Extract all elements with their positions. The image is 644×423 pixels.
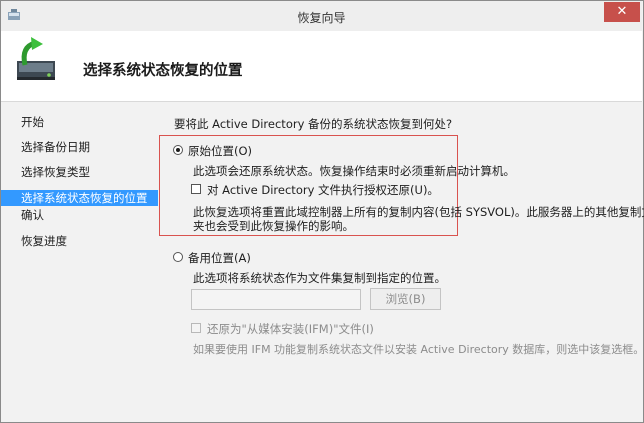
sidebar-item-confirmation[interactable]: 确认 (1, 207, 158, 223)
page-title: 选择系统状态恢复的位置 (83, 63, 243, 79)
authoritative-restore-label[interactable]: 对 Active Directory 文件执行授权还原(U)。 (207, 182, 439, 198)
sidebar-item-system-state-location[interactable]: 选择系统状态恢复的位置 (1, 190, 158, 206)
alternate-location-radio[interactable] (173, 252, 183, 262)
window-title: 恢复向导 (297, 11, 346, 25)
wizard-header: 选择系统状态恢复的位置 (1, 31, 642, 102)
original-location-radio[interactable] (173, 145, 183, 155)
original-location-description: 此选项会还原系统状态。恢复操作结束时必须重新启动计算机。 (193, 164, 515, 178)
replication-warning-line2: 夹也会受到此恢复操作的影响。 (193, 219, 354, 233)
sidebar-item-recovery-progress[interactable]: 恢复进度 (1, 233, 158, 249)
ifm-restore-label[interactable]: 还原为"从媒体安装(IFM)"文件(I) (207, 321, 374, 337)
alternate-location-label[interactable]: 备用位置(A) (188, 250, 251, 266)
ifm-restore-checkbox[interactable] (191, 323, 201, 333)
location-question: 要将此 Active Directory 备份的系统状态恢复到何处? (174, 117, 453, 131)
sidebar-item-start[interactable]: 开始 (1, 114, 158, 130)
title-bar: 恢复向导 ✕ (1, 1, 642, 31)
sidebar-item-recovery-type[interactable]: 选择恢复类型 (1, 164, 158, 180)
original-location-label[interactable]: 原始位置(O) (188, 143, 252, 159)
browse-button[interactable]: 浏览(B) (370, 288, 441, 310)
alternate-path-input[interactable] (191, 289, 361, 310)
ifm-note: 如果要使用 IFM 功能复制系统状态文件以安装 Active Directory… (193, 343, 644, 356)
radio-selected-dot (176, 148, 180, 152)
close-button[interactable]: ✕ (604, 2, 640, 22)
wizard-steps-sidebar: 开始 选择备份日期 选择恢复类型 选择系统状态恢复的位置 确认 恢复进度 (1, 102, 158, 420)
restore-wizard-icon (17, 37, 55, 80)
alternate-location-description: 此选项将系统状态作为文件集复制到指定的位置。 (193, 271, 446, 285)
authoritative-restore-checkbox[interactable] (191, 184, 201, 194)
close-icon: ✕ (616, 4, 628, 19)
sidebar-item-backup-date[interactable]: 选择备份日期 (1, 139, 158, 155)
